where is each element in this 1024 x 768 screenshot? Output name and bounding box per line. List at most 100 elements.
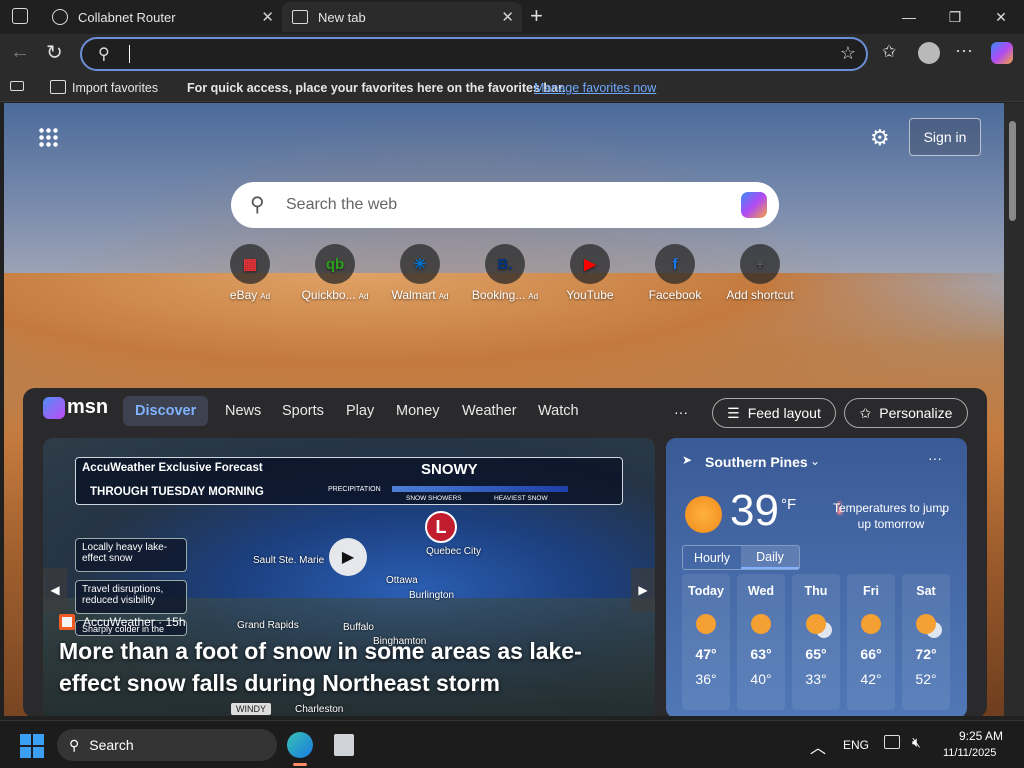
low-temp: 36° — [695, 671, 717, 687]
carousel-prev-arrow[interactable]: ◀ — [43, 568, 67, 612]
quick-link-icon: f — [655, 244, 695, 284]
low-pressure-marker: L — [425, 511, 457, 543]
search-placeholder: Search the web — [286, 196, 398, 213]
sliders-icon: ☰ — [727, 404, 740, 421]
clock-time[interactable]: 9:25 AM — [959, 729, 1003, 743]
copilot-icon[interactable] — [741, 192, 767, 218]
quick-link-tile[interactable]: f Facebook — [632, 244, 718, 302]
more-nav-icon[interactable]: ··· — [674, 404, 688, 420]
clock-date[interactable]: 11/11/2025 — [943, 747, 996, 759]
address-bar[interactable]: ⚲ ☆ — [80, 37, 868, 71]
import-favorites-icon[interactable] — [50, 80, 66, 94]
msn-nav-news[interactable]: News — [225, 403, 261, 419]
quick-link-label: Booking... — [471, 288, 526, 302]
chevron-down-icon[interactable]: ⌄ — [810, 454, 820, 468]
language-indicator[interactable]: ENG — [843, 738, 869, 752]
manage-favorites-link[interactable]: Manage favorites now — [534, 81, 656, 95]
web-search-box[interactable]: ⚲ Search the web — [231, 182, 779, 228]
taskbar-search[interactable]: ⚲ Search — [57, 729, 277, 761]
weather-more-icon[interactable]: ··· — [928, 450, 942, 466]
msn-nav-discover[interactable]: Discover — [123, 396, 209, 426]
quick-link-tile[interactable]: qb Quickbo... Ad — [292, 244, 378, 302]
forecast-day[interactable]: Sat 72° 52° — [902, 574, 950, 710]
play-video-button[interactable]: ▶ — [329, 538, 367, 576]
apps-grid-icon[interactable] — [38, 127, 58, 147]
tab-title: New tab — [318, 9, 366, 25]
quick-link-icon: ▶ — [570, 244, 610, 284]
chevron-right-icon[interactable]: › — [941, 504, 946, 520]
sign-in-button[interactable]: Sign in — [909, 118, 981, 156]
sidebar-toggle-icon[interactable] — [10, 81, 24, 91]
search-icon: ⚲ — [250, 194, 265, 216]
profile-avatar[interactable] — [918, 42, 940, 64]
forecast-tabs: Hourly Daily — [682, 545, 800, 570]
feed-layout-button[interactable]: ☰ Feed layout — [712, 398, 836, 428]
quick-link-icon: qb — [315, 244, 355, 284]
city-label: Quebec City — [426, 546, 482, 557]
note-travel: Travel disruptions, reduced visibility — [75, 580, 187, 614]
source-row: AccuWeather · 15h — [59, 614, 186, 630]
forecast-day[interactable]: Today 47° 36° — [682, 574, 730, 710]
msn-logo[interactable]: msn — [43, 396, 108, 419]
back-arrow-icon[interactable]: ← — [10, 41, 30, 64]
quick-link-tile[interactable]: ▦ eBay Ad — [207, 244, 293, 302]
personalize-button[interactable]: ✩ Personalize — [844, 398, 968, 428]
msn-nav-weather[interactable]: Weather — [462, 403, 517, 419]
forecast-title: AccuWeather Exclusive Forecast — [82, 462, 263, 474]
quick-link-tile[interactable]: + Add shortcut — [717, 244, 803, 302]
weather-card[interactable]: ➤ Southern Pines ⌄ ··· 39 °F 🌡 Temperatu… — [666, 438, 967, 716]
tab-new-tab[interactable]: New tab ✕ — [282, 2, 522, 32]
tab-daily[interactable]: Daily — [741, 546, 799, 569]
msn-nav-money[interactable]: Money — [396, 403, 440, 419]
page-scrollbar[interactable] — [1004, 103, 1024, 716]
forecast-day[interactable]: Fri 66° 42° — [847, 574, 895, 710]
msn-feed: msn Discover News Sports Play Money Weather Wa… — [23, 388, 987, 716]
favorite-star-icon[interactable]: ☆ — [840, 43, 856, 64]
weather-location[interactable]: Southern Pines — [705, 454, 808, 470]
sun-icon — [861, 614, 881, 634]
restore-button[interactable]: ❐ — [932, 0, 978, 34]
windows-start-icon[interactable] — [20, 734, 44, 758]
hidden-icons-chevron[interactable]: ︿ — [810, 734, 826, 758]
close-tab-icon[interactable]: ✕ — [501, 8, 514, 26]
tab-actions-icon[interactable] — [12, 8, 28, 24]
edge-app-icon[interactable] — [287, 732, 313, 758]
headline[interactable]: More than a foot of snow in some areas a… — [59, 635, 619, 699]
forecast-day[interactable]: Wed 63° 40° — [737, 574, 785, 710]
network-icon[interactable] — [884, 735, 900, 749]
minimize-button[interactable]: — — [886, 0, 932, 34]
day-label: Fri — [863, 584, 879, 598]
file-app-icon[interactable] — [334, 734, 354, 756]
msn-nav-watch[interactable]: Watch — [538, 403, 579, 419]
tab-collabnet-router[interactable]: Collabnet Router ✕ — [42, 2, 282, 32]
quick-link-label: eBay — [229, 288, 258, 302]
quick-link-tile[interactable]: ✳ Walmart Ad — [377, 244, 463, 302]
tab-hourly[interactable]: Hourly — [683, 546, 741, 569]
quick-link-tile[interactable]: B. Booking... Ad — [462, 244, 548, 302]
settings-gear-icon[interactable]: ⚙ — [870, 125, 890, 151]
ad-badge: Ad — [528, 292, 539, 301]
close-tab-icon[interactable]: ✕ — [261, 8, 274, 26]
refresh-icon[interactable]: ↻ — [46, 40, 63, 65]
import-favorites-link[interactable]: Import favorites — [72, 81, 158, 95]
day-label: Sat — [916, 584, 936, 598]
scrollbar-thumb[interactable] — [1009, 121, 1016, 221]
new-tab-plus-icon[interactable]: + — [530, 3, 543, 29]
favorites-icon[interactable]: ✩ — [882, 42, 896, 62]
condition-label: SNOWY — [421, 461, 478, 478]
quick-link-tile[interactable]: ▶ YouTube — [547, 244, 633, 302]
hero-news-card[interactable]: AccuWeather Exclusive Forecast THROUGH T… — [43, 438, 655, 716]
more-menu-icon[interactable]: ··· — [955, 40, 973, 61]
msn-nav-play[interactable]: Play — [346, 403, 374, 419]
precip-bar — [392, 486, 568, 492]
volume-muted-icon[interactable]: 🔇︎ — [912, 734, 921, 751]
quick-link-label: Facebook — [648, 288, 702, 302]
carousel-next-arrow[interactable]: ▶ — [631, 568, 655, 612]
sun-icon — [685, 496, 722, 533]
ad-badge: Ad — [260, 292, 271, 301]
close-window-button[interactable]: ✕ — [978, 0, 1024, 34]
forecast-day[interactable]: Thu 65° 33° — [792, 574, 840, 710]
copilot-icon[interactable] — [991, 42, 1013, 64]
weather-alert[interactable]: Temperatures to jump up tomorrow — [831, 500, 951, 532]
msn-nav-sports[interactable]: Sports — [282, 403, 324, 419]
